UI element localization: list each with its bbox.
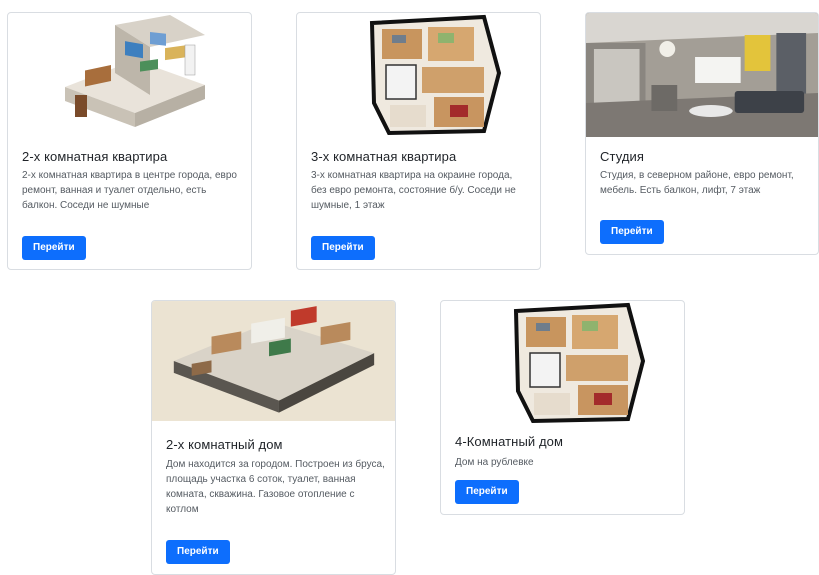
open-button[interactable]: Перейти bbox=[455, 480, 519, 504]
listing-image bbox=[297, 13, 540, 137]
open-button[interactable]: Перейти bbox=[166, 540, 230, 564]
listing-card: 4-Комнатный дом Дом на рублевке Перейти bbox=[440, 300, 685, 515]
floor-plan-topdown-icon bbox=[369, 14, 501, 136]
card-title: 4-Комнатный дом bbox=[455, 434, 564, 449]
listing-card: Студия Студия, в северном районе, евро р… bbox=[585, 12, 819, 255]
card-title: 2-х комнатная квартира bbox=[22, 149, 168, 164]
listing-card: 2-х комнатный дом Дом находится за город… bbox=[151, 300, 396, 575]
card-title: 2-х комнатный дом bbox=[166, 437, 283, 452]
listing-card: 2-х комнатная квартира 2-х комнатная ква… bbox=[7, 12, 252, 270]
living-room-photo-icon bbox=[586, 13, 818, 137]
listing-image bbox=[8, 13, 251, 137]
card-text: 2-х комнатная квартира в центре города, … bbox=[22, 170, 237, 211]
floor-plan-topdown-icon bbox=[513, 302, 645, 424]
card-title: Студия bbox=[600, 149, 645, 164]
apartment-3d-plan-icon bbox=[64, 15, 205, 127]
card-title: 3-х комнатная квартира bbox=[311, 149, 457, 164]
open-button[interactable]: Перейти bbox=[311, 236, 375, 260]
open-button[interactable]: Перейти bbox=[22, 236, 86, 260]
card-text: Дом на рублевке bbox=[455, 457, 534, 468]
listing-card: 3-х комнатная квартира 3-х комнатная ква… bbox=[296, 12, 541, 270]
listing-image bbox=[152, 301, 395, 421]
listing-image bbox=[586, 13, 818, 137]
card-text: Студия, в северном районе, евро ремонт, … bbox=[600, 170, 794, 196]
open-button[interactable]: Перейти bbox=[600, 220, 664, 244]
card-text: Дом находится за городом. Построен из бр… bbox=[166, 459, 385, 515]
card-text: 3-х комнатная квартира на окраине города… bbox=[311, 170, 516, 211]
listing-image bbox=[441, 301, 684, 425]
house-3d-plan-icon bbox=[152, 301, 395, 421]
